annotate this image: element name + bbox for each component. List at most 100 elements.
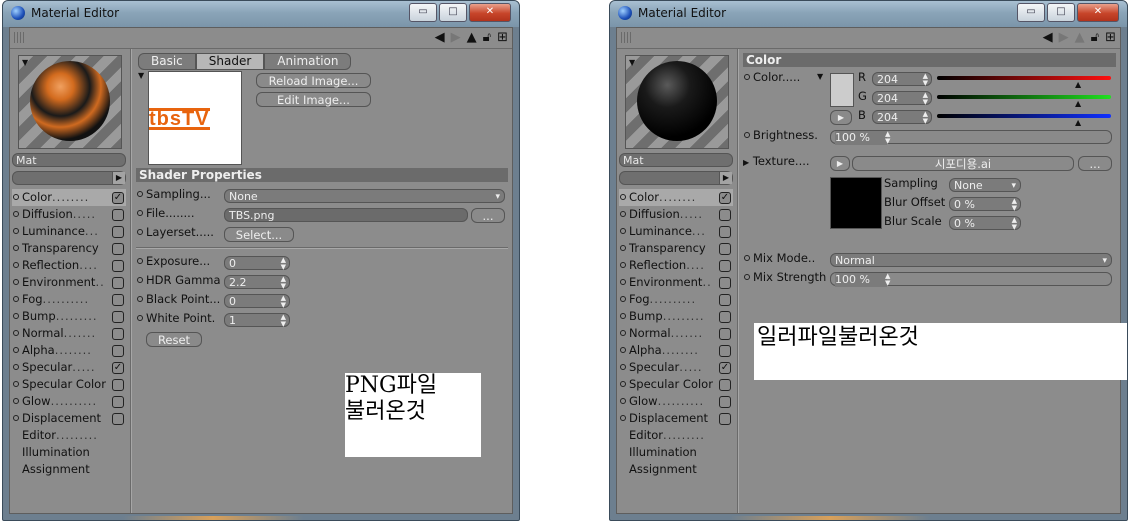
channel-item-fog[interactable]: Fog.......... bbox=[619, 291, 733, 308]
material-preview[interactable]: ▼ bbox=[625, 55, 729, 149]
texture-file-field[interactable]: 시포디용.ai bbox=[852, 156, 1074, 171]
maximize-button[interactable]: □ bbox=[1047, 3, 1075, 22]
arrow-left-icon[interactable]: ◀ bbox=[435, 30, 445, 46]
collapse-arrow-icon[interactable]: ▼ bbox=[138, 71, 144, 80]
channel-checkbox[interactable] bbox=[112, 328, 124, 340]
color-menu-icon[interactable]: ▼ bbox=[817, 72, 823, 81]
channel-checkbox[interactable] bbox=[719, 379, 731, 391]
material-preview[interactable]: ▼ bbox=[18, 55, 122, 149]
g-field[interactable]: 204 ▲ ▼ bbox=[872, 91, 932, 106]
preview-menu-icon[interactable]: ▼ bbox=[22, 58, 28, 67]
arrow-up-icon[interactable]: ▲ bbox=[467, 30, 477, 46]
sidebar-item-editor[interactable]: Editor......... bbox=[619, 427, 733, 444]
channel-item-glow[interactable]: Glow.......... bbox=[619, 393, 733, 410]
material-name-field[interactable]: Mat bbox=[12, 153, 126, 167]
channel-item-specular[interactable]: Specular..... ✓ bbox=[12, 359, 126, 376]
channel-checkbox[interactable]: ✓ bbox=[112, 192, 124, 204]
maximize-button[interactable]: □ bbox=[439, 3, 467, 22]
white-point-field[interactable]: 1 ▲ ▼ bbox=[224, 313, 290, 328]
channel-item-specular-color[interactable]: Specular Color bbox=[12, 376, 126, 393]
channel-item-bump[interactable]: Bump......... bbox=[619, 308, 733, 325]
blur-scale-field[interactable]: 0 % ▲ ▼ bbox=[949, 216, 1021, 231]
channel-checkbox[interactable] bbox=[719, 345, 731, 357]
expand-arrow-icon[interactable]: ▶ bbox=[112, 172, 125, 184]
channel-checkbox[interactable] bbox=[112, 226, 124, 238]
channel-checkbox[interactable] bbox=[719, 243, 731, 255]
sampling-dropdown[interactable]: None ▾ bbox=[224, 189, 505, 203]
channel-item-reflection[interactable]: Reflection.... bbox=[12, 257, 126, 274]
material-selector[interactable]: ▶ bbox=[12, 171, 126, 185]
edit-image-button[interactable]: Edit Image... bbox=[256, 92, 371, 107]
select-button[interactable]: Select... bbox=[224, 227, 294, 242]
expand-arrow-icon[interactable]: ▶ bbox=[719, 172, 732, 184]
channel-item-reflection[interactable]: Reflection.... bbox=[619, 257, 733, 274]
arrow-right-icon[interactable]: ▶ bbox=[451, 30, 461, 46]
color-swatch[interactable] bbox=[830, 73, 854, 107]
reset-button[interactable]: Reset bbox=[146, 332, 202, 347]
sidebar-item-editor[interactable]: Editor......... bbox=[12, 427, 126, 444]
material-name-field[interactable]: Mat bbox=[619, 153, 733, 167]
channel-checkbox[interactable] bbox=[719, 209, 731, 221]
channel-checkbox[interactable] bbox=[112, 379, 124, 391]
channel-item-specular[interactable]: Specular..... ✓ bbox=[619, 359, 733, 376]
tex-sampling-dropdown[interactable]: None ▾ bbox=[949, 178, 1021, 192]
channel-checkbox[interactable] bbox=[719, 328, 731, 340]
channel-checkbox[interactable] bbox=[719, 396, 731, 408]
texture-menu-button[interactable]: ▶ bbox=[830, 156, 850, 171]
channel-checkbox[interactable] bbox=[719, 260, 731, 272]
channel-item-color[interactable]: Color........ ✓ bbox=[12, 189, 126, 206]
channel-item-glow[interactable]: Glow.......... bbox=[12, 393, 126, 410]
b-field[interactable]: 204 ▲ ▼ bbox=[872, 110, 932, 125]
channel-checkbox[interactable]: ✓ bbox=[719, 362, 731, 374]
tab-shader[interactable]: Shader bbox=[195, 53, 265, 70]
sidebar-item-illumination[interactable]: Illumination bbox=[12, 444, 126, 461]
b-slider[interactable]: ▲ bbox=[937, 114, 1111, 127]
channel-checkbox[interactable] bbox=[719, 226, 731, 238]
channel-item-diffusion[interactable]: Diffusion..... bbox=[619, 206, 733, 223]
texture-browse-button[interactable]: ... bbox=[1078, 156, 1112, 171]
tab-animation[interactable]: Animation bbox=[264, 53, 352, 70]
channel-checkbox[interactable] bbox=[112, 311, 124, 323]
channel-checkbox[interactable] bbox=[112, 294, 124, 306]
channel-item-normal[interactable]: Normal....... bbox=[619, 325, 733, 342]
material-selector[interactable]: ▶ bbox=[619, 171, 733, 185]
r-field[interactable]: 204 ▲ ▼ bbox=[872, 72, 932, 87]
file-field[interactable]: TBS.png bbox=[224, 208, 468, 222]
channel-item-luminance[interactable]: Luminance... bbox=[619, 223, 733, 240]
channel-item-environment[interactable]: Environment.. bbox=[619, 274, 733, 291]
channel-item-displacement[interactable]: Displacement bbox=[619, 410, 733, 427]
channel-item-normal[interactable]: Normal....... bbox=[12, 325, 126, 342]
channel-item-color[interactable]: Color........ ✓ bbox=[619, 189, 733, 206]
channel-item-bump[interactable]: Bump......... bbox=[12, 308, 126, 325]
black-point-field[interactable]: 0 ▲ ▼ bbox=[224, 294, 290, 309]
preview-menu-icon[interactable]: ▼ bbox=[629, 58, 635, 67]
tab-basic[interactable]: Basic bbox=[138, 53, 196, 70]
close-button[interactable]: ✕ bbox=[1077, 3, 1119, 22]
lock-icon[interactable]: 🔓︎ bbox=[483, 30, 491, 46]
channel-item-alpha[interactable]: Alpha........ bbox=[12, 342, 126, 359]
g-slider[interactable]: ▲ bbox=[937, 95, 1111, 108]
channel-checkbox[interactable] bbox=[112, 413, 124, 425]
channel-checkbox[interactable] bbox=[719, 311, 731, 323]
channel-item-diffusion[interactable]: Diffusion..... bbox=[12, 206, 126, 223]
channel-checkbox[interactable]: ✓ bbox=[719, 192, 731, 204]
channel-item-specular-color[interactable]: Specular Color bbox=[619, 376, 733, 393]
channel-item-displacement[interactable]: Displacement bbox=[12, 410, 126, 427]
grip-icon[interactable] bbox=[14, 32, 26, 43]
file-browse-button[interactable]: ... bbox=[471, 208, 505, 223]
channel-checkbox[interactable] bbox=[112, 243, 124, 255]
minimize-button[interactable]: ▭ bbox=[409, 3, 437, 22]
minimize-button[interactable]: ▭ bbox=[1017, 3, 1045, 22]
lock-icon[interactable]: 🔓︎ bbox=[1091, 30, 1099, 46]
channel-checkbox[interactable]: ✓ bbox=[112, 362, 124, 374]
arrow-up-icon[interactable]: ▲ bbox=[1075, 30, 1085, 46]
channel-item-environment[interactable]: Environment.. bbox=[12, 274, 126, 291]
channel-checkbox[interactable] bbox=[719, 413, 731, 425]
channel-item-fog[interactable]: Fog.......... bbox=[12, 291, 126, 308]
reload-image-button[interactable]: Reload Image... bbox=[256, 73, 371, 88]
channel-checkbox[interactable] bbox=[112, 345, 124, 357]
channel-item-transparency[interactable]: Transparency bbox=[12, 240, 126, 257]
channel-checkbox[interactable] bbox=[112, 396, 124, 408]
channel-checkbox[interactable] bbox=[112, 260, 124, 272]
color-expand-button[interactable]: ▶ bbox=[830, 110, 852, 125]
